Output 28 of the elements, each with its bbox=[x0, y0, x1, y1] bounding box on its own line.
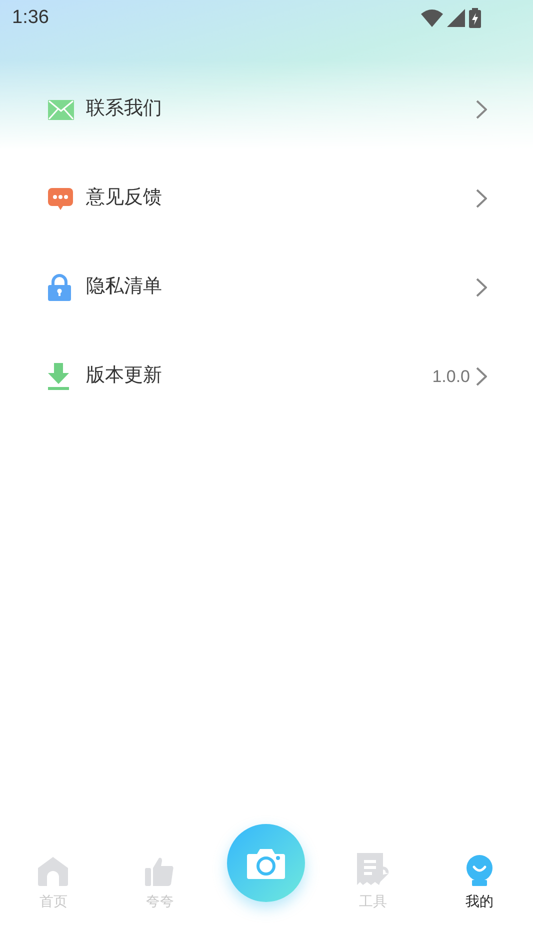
wifi-icon bbox=[421, 9, 443, 27]
signal-icon bbox=[447, 9, 465, 27]
menu-label: 意见反馈 bbox=[86, 186, 163, 210]
avatar-face-icon bbox=[465, 855, 494, 886]
camera-icon bbox=[247, 848, 286, 878]
chat-icon bbox=[48, 188, 73, 210]
receipt-wrench-icon bbox=[357, 853, 390, 886]
version-text: 1.0.0 bbox=[432, 366, 470, 388]
menu-label: 联系我们 bbox=[86, 97, 163, 122]
chevron-right-icon bbox=[476, 278, 487, 297]
menu-item[interactable]: 意见反馈 bbox=[0, 154, 533, 243]
chevron-right-icon bbox=[476, 189, 487, 208]
thumbs-up-icon bbox=[145, 857, 174, 886]
lock-icon bbox=[48, 274, 71, 301]
envelope-icon bbox=[48, 100, 74, 120]
menu-item[interactable]: 联系我们 bbox=[0, 65, 533, 154]
battery-icon bbox=[469, 8, 481, 28]
menu-item[interactable]: 版本更新 1.0.0 bbox=[0, 332, 533, 421]
download-icon bbox=[48, 363, 69, 390]
menu-item[interactable]: 隐私清单 bbox=[0, 243, 533, 332]
camera-button[interactable] bbox=[227, 824, 306, 902]
menu-label: 隐私清单 bbox=[86, 275, 163, 300]
chevron-right-icon bbox=[476, 100, 487, 119]
menu-label: 版本更新 bbox=[86, 364, 163, 388]
home-icon bbox=[38, 857, 68, 886]
status-time: 1:36 bbox=[12, 6, 49, 30]
chevron-right-icon bbox=[476, 367, 487, 386]
tab[interactable]: 我的 bbox=[465, 855, 494, 912]
